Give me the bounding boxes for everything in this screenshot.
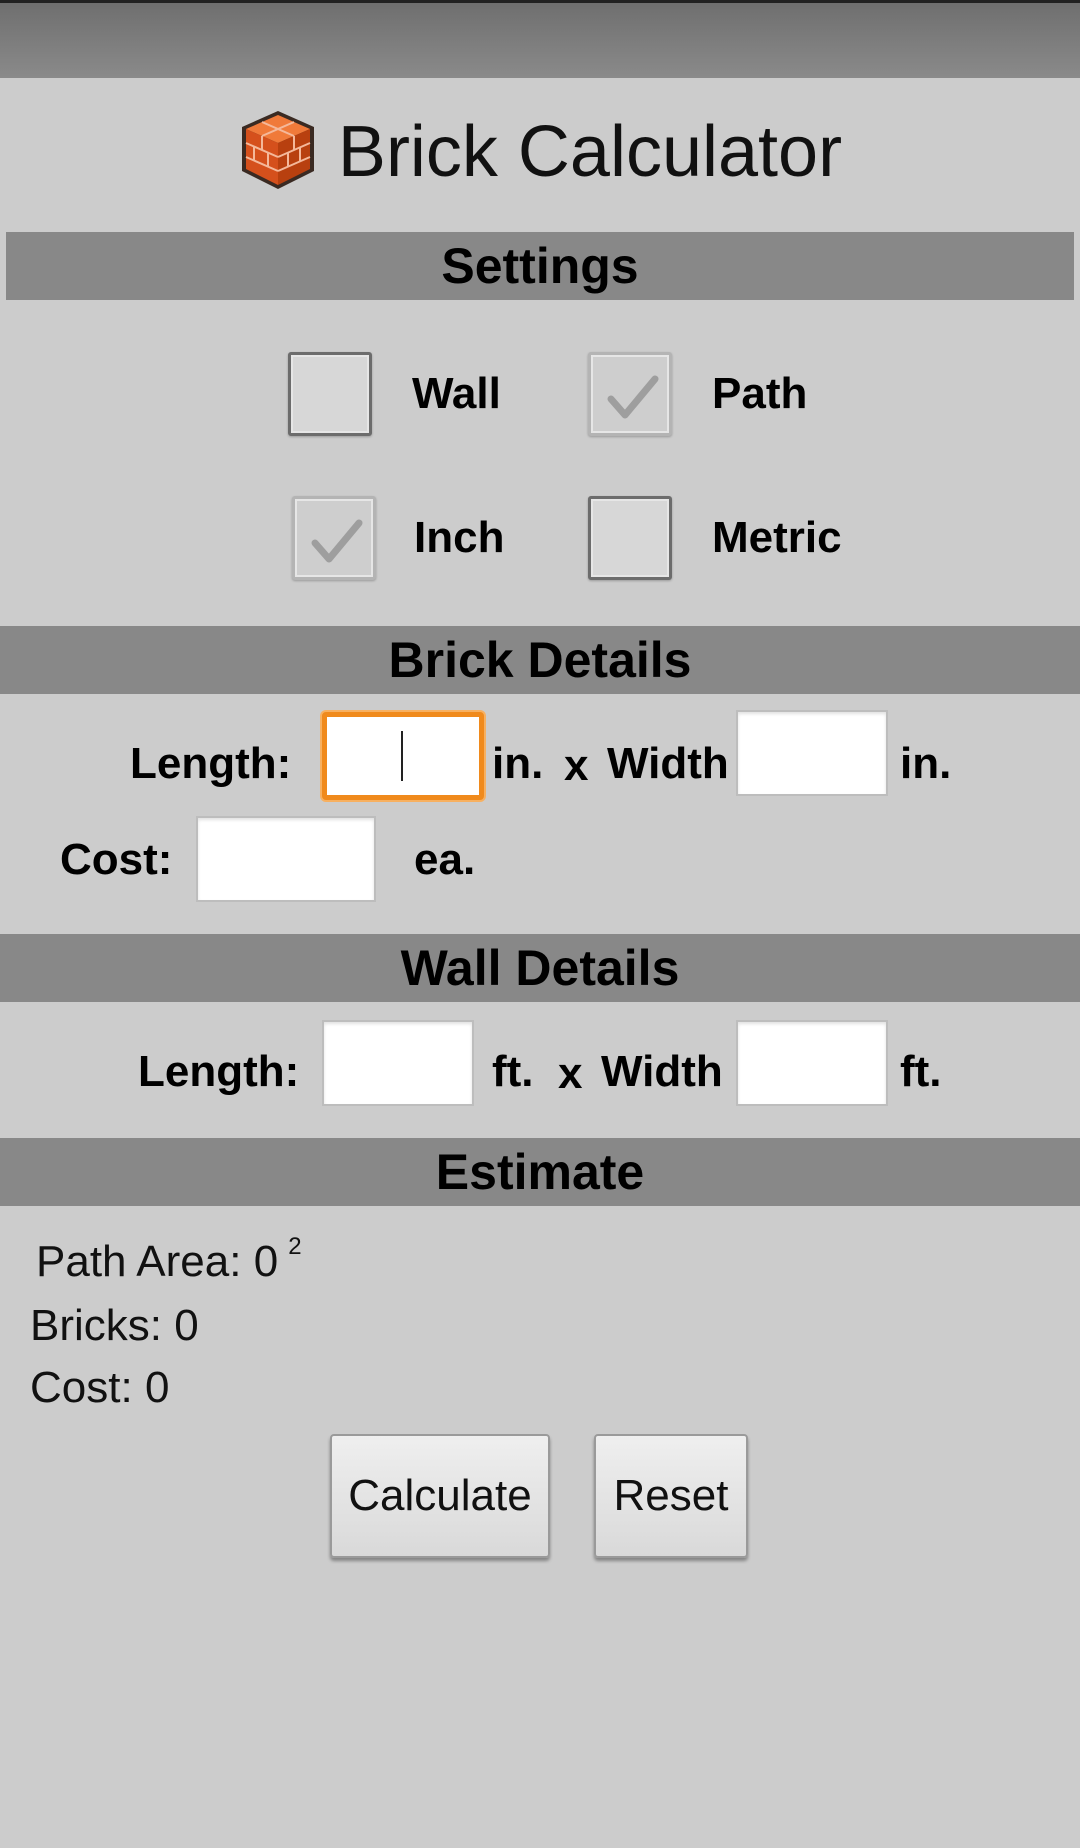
- brick-details-header: Brick Details: [0, 626, 1080, 694]
- path-area-exponent: 2: [288, 1233, 302, 1260]
- brick-length-label: Length:: [130, 739, 292, 788]
- bricks-label: Bricks:: [30, 1301, 162, 1350]
- path-area-value: 0: [253, 1237, 279, 1286]
- brick-cost-label: Cost:: [60, 835, 173, 884]
- inch-checkbox[interactable]: [292, 496, 376, 580]
- status-bar: [0, 0, 1080, 78]
- wall-details-header: Wall Details: [0, 934, 1080, 1002]
- metric-label: Metric: [712, 513, 842, 562]
- wall-length-input[interactable]: [322, 1020, 474, 1106]
- path-checkbox[interactable]: [588, 352, 672, 436]
- wall-width-unit: ft.: [900, 1047, 942, 1096]
- wall-times-sign: x: [558, 1049, 583, 1098]
- estimate-header: Estimate: [0, 1138, 1080, 1206]
- bricks-row: Bricks: 0: [30, 1304, 199, 1348]
- path-area-row: Path Area: 02: [36, 1235, 302, 1286]
- brick-width-input[interactable]: [736, 710, 888, 796]
- path-label: Path: [712, 369, 808, 418]
- inch-label: Inch: [414, 513, 505, 562]
- reset-button[interactable]: Reset: [594, 1434, 748, 1558]
- brick-width-unit: in.: [900, 739, 952, 788]
- bricks-value: 0: [174, 1301, 199, 1350]
- metric-checkbox[interactable]: [588, 496, 672, 580]
- text-cursor: [401, 731, 403, 781]
- app-title: Brick Calculator: [337, 112, 843, 192]
- settings-header: Settings: [6, 232, 1074, 300]
- brick-length-unit: in.: [492, 739, 544, 788]
- brick-cost-unit: ea.: [414, 835, 476, 884]
- brick-icon: [238, 107, 318, 198]
- calculate-button[interactable]: Calculate: [330, 1434, 550, 1558]
- brick-times-sign: x: [564, 741, 589, 790]
- wall-width-input[interactable]: [736, 1020, 888, 1106]
- cost-row: Cost: 0: [30, 1366, 169, 1410]
- path-area-label: Path Area:: [36, 1237, 242, 1286]
- app-header: Brick Calculator: [0, 100, 1080, 204]
- brick-cost-input[interactable]: [196, 816, 376, 902]
- estimate-cost-label: Cost:: [30, 1363, 133, 1412]
- brick-width-label: Width: [607, 739, 729, 788]
- estimate-cost-value: 0: [144, 1363, 170, 1412]
- wall-width-label: Width: [601, 1047, 723, 1096]
- wall-label: Wall: [412, 369, 501, 418]
- checkmark-icon: [607, 375, 659, 419]
- checkmark-icon: [311, 519, 363, 563]
- wall-checkbox[interactable]: [288, 352, 372, 436]
- wall-length-unit: ft.: [492, 1047, 534, 1096]
- brick-length-input[interactable]: [322, 712, 484, 800]
- app-screen: Brick Calculator Settings Wall Path Inch…: [0, 0, 1080, 1848]
- wall-length-label: Length:: [138, 1047, 300, 1096]
